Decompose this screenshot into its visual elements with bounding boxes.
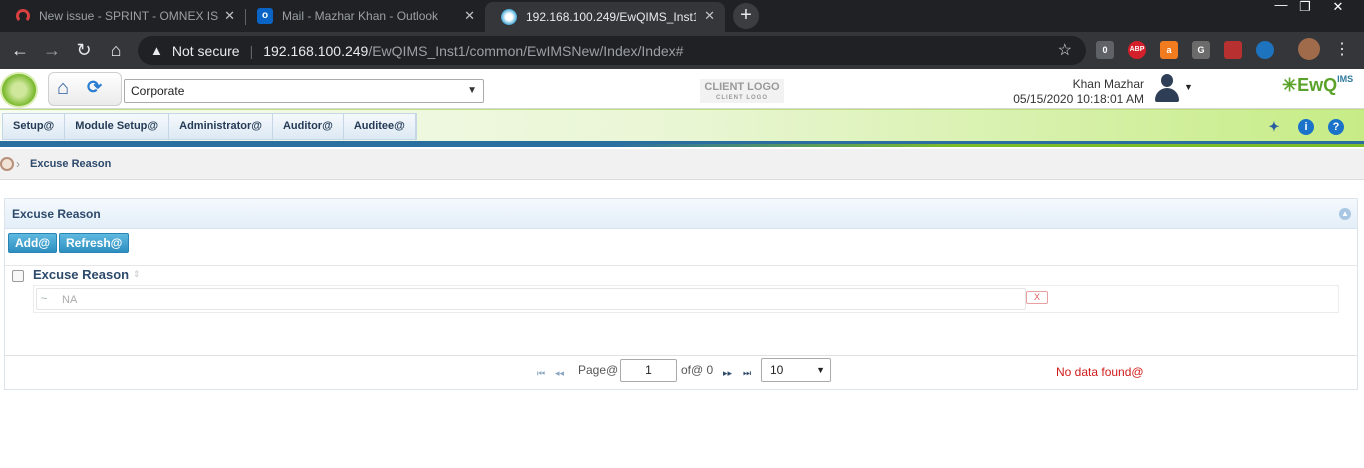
breadcrumb-current: Excuse Reason xyxy=(30,158,112,170)
page-number-input[interactable]: 1 xyxy=(620,359,677,382)
first-page-icon[interactable]: ⏮ xyxy=(537,368,545,379)
profile-avatar[interactable] xyxy=(1298,38,1320,60)
user-name: Khan Mazhar xyxy=(1072,77,1144,91)
help-icon[interactable]: ? xyxy=(1328,119,1344,135)
window-close-icon[interactable]: ✕ xyxy=(1323,0,1353,14)
filter-row: ~ NA X xyxy=(33,285,1339,313)
home-toolbar: ⌂ ⟳ xyxy=(48,72,122,106)
chevron-down-icon: ▼ xyxy=(816,365,825,375)
tab-close-icon[interactable]: ✕ xyxy=(464,8,475,24)
home-icon[interactable]: ⌂ xyxy=(104,40,128,60)
company-select[interactable]: Corporate ▼ xyxy=(124,79,484,103)
restore-icon[interactable]: ❐ xyxy=(1290,0,1320,14)
back-arrow-icon[interactable]: ← xyxy=(8,40,32,60)
outlook-icon: o xyxy=(257,8,273,24)
tab-outlook[interactable]: o Mail - Mazhar Khan - Outlook ✕ xyxy=(241,2,485,30)
current-datetime: 05/15/2020 10:18:01 AM xyxy=(1013,92,1144,106)
menu-module-setup[interactable]: Module Setup@ xyxy=(65,114,170,139)
no-data-message: No data found@ xyxy=(1056,365,1144,379)
browser-menu-icon[interactable]: ⋮ xyxy=(1330,40,1354,60)
grid-header-row: Excuse Reason ⇕ xyxy=(5,265,1357,284)
forward-arrow-icon[interactable]: → xyxy=(40,40,64,60)
panel-header: Excuse Reason ▲ xyxy=(5,199,1357,229)
refresh-button[interactable]: Refresh@ xyxy=(59,233,130,253)
menu-auditee[interactable]: Auditee@ xyxy=(343,114,416,139)
prev-page-icon[interactable]: ◂◂ xyxy=(555,368,564,379)
app-logo-icon[interactable] xyxy=(0,72,38,108)
company-select-value: Corporate xyxy=(131,84,185,98)
info-icon[interactable]: i xyxy=(1298,119,1314,135)
bookmark-star-icon[interactable]: ☆ xyxy=(1058,40,1072,60)
security-label[interactable]: Not secure xyxy=(172,43,240,59)
module-icon[interactable] xyxy=(0,157,14,171)
chevron-down-icon: ▼ xyxy=(467,85,477,96)
page-size-select[interactable]: 10 ▼ xyxy=(761,358,831,382)
firefox-icon[interactable] xyxy=(1256,41,1274,59)
tab-ewqims[interactable]: 192.168.100.249/EwQIMS_Inst1/c ✕ xyxy=(485,2,725,32)
amazon-icon[interactable]: a xyxy=(1160,41,1178,59)
last-page-icon[interactable]: ⏭ xyxy=(743,368,751,379)
user-menu-caret-icon[interactable]: ▼ xyxy=(1184,82,1193,92)
pager: ⏮ ◂◂ Page@ 1 of@ 0 ▸▸ ⏭ 10 ▼ No data fou… xyxy=(5,355,1357,389)
address-path: /EwQIMS_Inst1/common/EwIMSNew/Index/Inde… xyxy=(368,42,684,59)
address-divider: | xyxy=(249,42,254,59)
browser-tab-strip: New issue - SPRINT - OMNEX ISS ✕ o Mail … xyxy=(0,0,1364,32)
site-icon xyxy=(501,9,517,25)
client-logo: CLIENT LOGO CLIENT LOGO xyxy=(700,79,784,103)
address-host: 192.168.100.249 xyxy=(263,42,369,59)
filter-operator-icon[interactable]: ~ xyxy=(41,293,47,305)
brand-logo: ✳EwQIMS xyxy=(1282,74,1354,95)
tab-close-icon[interactable]: ✕ xyxy=(704,8,715,24)
tab-sprint[interactable]: New issue - SPRINT - OMNEX ISS ✕ xyxy=(0,2,245,30)
grammar-icon[interactable]: G xyxy=(1192,41,1210,59)
home-icon[interactable]: ⌂ xyxy=(57,77,69,100)
extension-icon[interactable]: 0 xyxy=(1096,41,1114,59)
page-size-value: 10 xyxy=(770,363,784,377)
jira-icon xyxy=(16,9,30,23)
next-page-icon[interactable]: ▸▸ xyxy=(723,368,732,379)
excuse-reason-panel: Excuse Reason ▲ Add@ Refresh@ Excuse Rea… xyxy=(4,198,1358,390)
chevron-right-icon: › xyxy=(16,157,20,171)
collapse-icon[interactable]: ▲ xyxy=(1339,208,1351,220)
menu-administrator[interactable]: Administrator@ xyxy=(169,114,273,139)
page-label: Page@ xyxy=(578,363,619,377)
sort-icon[interactable]: ⇕ xyxy=(133,269,141,280)
column-header-excuse-reason[interactable]: Excuse Reason xyxy=(33,267,129,282)
menu-auditor[interactable]: Auditor@ xyxy=(272,114,344,139)
new-tab-button[interactable]: + xyxy=(733,3,759,29)
panel-title: Excuse Reason xyxy=(12,207,101,221)
browser-toolbar: ← → ↻ ⌂ ▲ Not secure | 192.168.100.249/E… xyxy=(0,32,1364,69)
reload-icon[interactable]: ↻ xyxy=(72,40,96,60)
menu-items: Setup@ Module Setup@ Administrator@ Audi… xyxy=(2,113,417,140)
refresh-icon[interactable]: ⟳ xyxy=(87,77,102,98)
pdf-icon[interactable] xyxy=(1224,41,1242,59)
warning-icon[interactable]: ▲ xyxy=(150,43,163,58)
excuse-reason-filter-input[interactable]: ~ NA xyxy=(36,288,1026,310)
address-bar[interactable]: ▲ Not secure | 192.168.100.249/EwQIMS_In… xyxy=(138,36,1086,65)
pin-icon[interactable]: ✦ xyxy=(1266,119,1282,135)
menu-setup[interactable]: Setup@ xyxy=(3,114,66,139)
breadcrumb: › Excuse Reason xyxy=(0,149,1364,180)
adblock-icon[interactable]: ABP xyxy=(1128,41,1146,59)
clear-filter-button[interactable]: X xyxy=(1026,291,1048,304)
page-count-label: of@ 0 xyxy=(681,363,714,377)
app-header: ⌂ ⟳ Corporate ▼ CLIENT LOGO CLIENT LOGO … xyxy=(0,69,1364,109)
user-avatar-icon[interactable] xyxy=(1152,72,1182,104)
select-all-checkbox[interactable] xyxy=(12,270,24,282)
main-menu-bar: Setup@ Module Setup@ Administrator@ Audi… xyxy=(0,109,1364,147)
filter-value: NA xyxy=(62,294,78,306)
tab-close-icon[interactable]: ✕ xyxy=(224,8,235,24)
add-button[interactable]: Add@ xyxy=(8,233,58,253)
